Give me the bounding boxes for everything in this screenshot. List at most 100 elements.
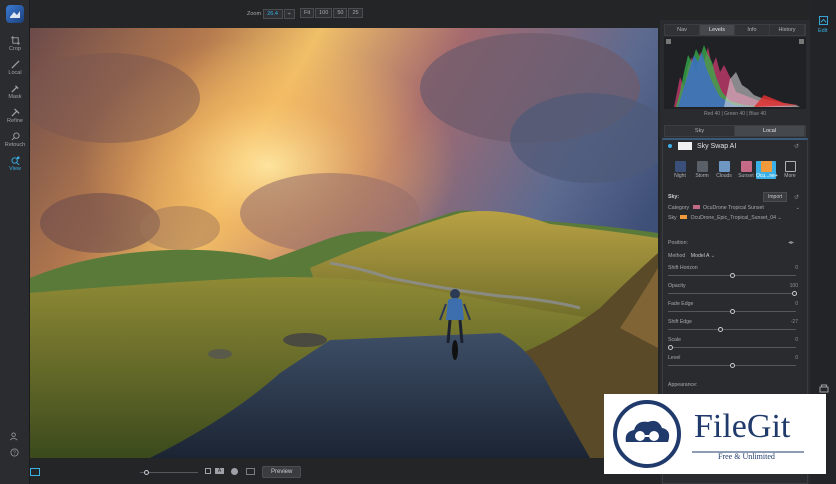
help-icon[interactable]: ?: [10, 448, 19, 459]
slider-track[interactable]: [668, 273, 796, 278]
module-thumbnail-icon: [678, 142, 692, 150]
preset-night[interactable]: Night: [670, 161, 690, 179]
tool-refine[interactable]: Refine: [0, 108, 30, 124]
zoom-presets: Fit 100 50 25: [300, 8, 364, 18]
tool-view[interactable]: View: [0, 156, 30, 172]
tool-local-label: Local: [8, 70, 22, 76]
sunset-icon: [740, 161, 752, 172]
appearance-label: Appearance:: [668, 382, 698, 388]
zoom-25-button[interactable]: 25: [348, 8, 363, 18]
category-row[interactable]: Category OcuDrone Tropical Sunset ⌄: [668, 205, 800, 211]
slider-label: Opacity: [668, 283, 686, 289]
app-logo[interactable]: [6, 5, 24, 23]
image-canvas[interactable]: [30, 28, 658, 458]
slider-value[interactable]: 100: [790, 283, 798, 289]
tool-local[interactable]: Local: [0, 60, 30, 76]
slider-knob[interactable]: [730, 363, 735, 368]
highlight-clip-icon[interactable]: [799, 39, 804, 44]
compare-icon[interactable]: [30, 468, 40, 476]
sky-reset-icon[interactable]: ↺: [794, 194, 799, 201]
logo-subtitle: Free & Unlimited: [718, 452, 775, 461]
preset-night-label: Night: [674, 173, 686, 179]
people-icon[interactable]: [9, 432, 19, 443]
preset-more[interactable]: More: [780, 161, 800, 179]
slider-label: Shift Horizon: [668, 265, 698, 271]
overlay-icon[interactable]: [246, 468, 255, 475]
preset-more-label: More: [784, 173, 796, 179]
top-bar: Zoom 26.4 ÷ Fit 100 50 25: [30, 0, 660, 28]
tool-view-label: View: [9, 166, 21, 172]
chevron-down-icon: ⌄: [777, 215, 782, 221]
preset-sunset[interactable]: Sunset: [736, 161, 756, 179]
brush-size-knob[interactable]: [144, 470, 149, 475]
preset-clouds-label: Clouds: [716, 173, 732, 179]
zoom-value-input[interactable]: 26.4: [262, 9, 283, 19]
logo-title: FileGit: [694, 408, 791, 445]
preset-storm-label: Storm: [695, 173, 709, 179]
mask-view-icon[interactable]: [205, 468, 211, 474]
slider-label: Level: [668, 355, 681, 361]
bottom-bar: A Preview: [30, 458, 660, 484]
module-reset-icon[interactable]: ↺: [794, 143, 799, 150]
preview-button[interactable]: Preview: [262, 466, 302, 478]
slider-value[interactable]: -27: [791, 319, 798, 325]
zoom-50-button[interactable]: 50: [333, 8, 348, 18]
mode-tabs: Sky Local: [664, 125, 806, 137]
svg-text:?: ?: [13, 451, 16, 457]
auto-mask-icon[interactable]: A: [215, 468, 224, 474]
slider-track[interactable]: [668, 327, 796, 332]
tab-info[interactable]: Info: [735, 25, 770, 35]
slider-knob[interactable]: [730, 309, 735, 314]
zoom-stepper[interactable]: ÷: [283, 9, 295, 19]
slider-knob[interactable]: [730, 273, 735, 278]
module-enable-toggle[interactable]: [668, 144, 672, 148]
histogram: [664, 37, 806, 109]
filegit-logo: FileGit Free & Unlimited: [604, 394, 826, 474]
slider-knob[interactable]: [717, 327, 723, 332]
tool-retouch[interactable]: Retouch: [0, 132, 30, 148]
tab-nav[interactable]: Nav: [665, 25, 700, 35]
slider-knob[interactable]: [792, 291, 797, 296]
sky-row[interactable]: Sky OcuDrone_Epic_Tropical_Sunset_04 ⌄: [668, 215, 800, 221]
slider-track[interactable]: [668, 309, 796, 314]
slider-value[interactable]: 0: [795, 355, 798, 361]
slider-track[interactable]: [668, 291, 797, 296]
slider-value[interactable]: 0: [795, 265, 798, 271]
tab-history[interactable]: History: [770, 25, 805, 35]
zoom-fit-button[interactable]: Fit: [300, 8, 315, 18]
slider-value[interactable]: 0: [795, 337, 798, 343]
tool-crop[interactable]: Crop: [0, 36, 30, 52]
app-window: Crop Local Mask Refine Retouch View ? Zo…: [0, 0, 836, 484]
preset-storm[interactable]: Storm: [692, 161, 712, 179]
preset-clouds[interactable]: Clouds: [714, 161, 734, 179]
zoom-100-button[interactable]: 100: [315, 8, 333, 18]
shadow-clip-icon[interactable]: [666, 39, 671, 44]
tab-local[interactable]: Local: [735, 126, 805, 136]
circle-mask-icon[interactable]: [231, 468, 238, 475]
panel-tabs: Nav Levels Info History: [664, 24, 806, 36]
night-icon: [674, 161, 686, 172]
slider-knob[interactable]: [668, 345, 673, 350]
tool-crop-label: Crop: [9, 46, 21, 52]
position-arrows-icon[interactable]: ◂▸: [788, 239, 794, 246]
slider-track[interactable]: [668, 363, 796, 368]
slider-value[interactable]: 0: [795, 301, 798, 307]
tool-retouch-label: Retouch: [4, 142, 26, 148]
preset-ocudrone[interactable]: Ocu...ne+: [756, 161, 778, 179]
tab-sky[interactable]: Sky: [665, 126, 735, 136]
storm-icon: [696, 161, 708, 172]
crop-icon: [10, 36, 20, 45]
import-button[interactable]: Import: [763, 192, 788, 202]
method-label: Method: [668, 253, 686, 259]
method-value: Model A: [690, 253, 710, 259]
edit-icon[interactable]: [819, 16, 828, 27]
tab-levels[interactable]: Levels: [700, 25, 735, 35]
method-row[interactable]: Method Model A ⌄: [668, 253, 800, 259]
tool-refine-label: Refine: [7, 118, 23, 124]
tool-mask[interactable]: Mask: [0, 84, 30, 100]
brush-size-slider[interactable]: [140, 470, 198, 475]
slider-track[interactable]: [668, 345, 796, 350]
category-label: Category: [668, 205, 690, 211]
preset-sunset-label: Sunset: [738, 173, 754, 179]
sky-label: Sky: [668, 215, 677, 221]
